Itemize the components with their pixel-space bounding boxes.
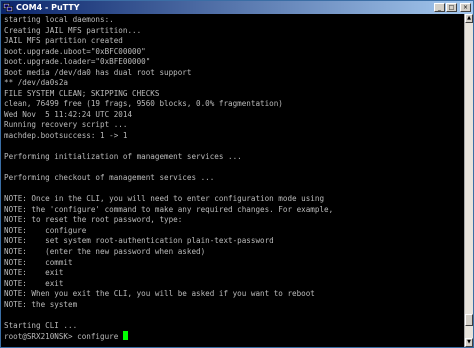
terminal-line: boot.upgrade.loader="0xBFE00000" [4, 57, 151, 67]
terminal-line: NOTE: Once in the CLI, you will need to … [4, 194, 325, 204]
terminal-line: Performing checkout of management servic… [4, 173, 215, 183]
minimize-button[interactable]: _ [434, 3, 445, 12]
terminal-line: JAIL MFS partition created [4, 36, 123, 46]
terminal-output[interactable]: starting local daemons:. Creating JAIL MF… [1, 14, 464, 347]
scroll-up-icon[interactable]: ▲ [465, 14, 473, 23]
text-cursor [122, 331, 128, 341]
terminal-line: Running recovery script ... [4, 120, 128, 130]
terminal-line: Wed Nov 5 11:42:24 UTC 2014 [4, 109, 133, 119]
putty-icon [3, 3, 13, 12]
terminal-line: Performing initialization of management … [4, 152, 242, 162]
terminal-line: starting local daemons:. [4, 15, 114, 24]
terminal-line: NOTE: the system [4, 299, 78, 309]
terminal-line: NOTE: set system root-authentication pla… [4, 236, 274, 246]
scroll-thumb[interactable] [465, 313, 473, 326]
terminal-line: NOTE: to reset the root password, type: [4, 215, 183, 225]
maximize-button[interactable]: □ [446, 3, 457, 12]
terminal-line: FILE SYSTEM CLEAN; SKIPPING CHECKS [4, 88, 160, 98]
scroll-down-icon[interactable]: ▼ [465, 338, 473, 347]
cli-prompt: root@SRX210NSK> configure [4, 332, 123, 342]
terminal-line: NOTE: (enter the new password when asked… [4, 247, 206, 257]
putty-window: COM4 - PuTTY _ □ × starting local daemon… [0, 0, 474, 348]
terminal-line: Starting CLI ... [4, 320, 78, 330]
close-button[interactable]: × [460, 3, 471, 12]
terminal-line: NOTE: exit [4, 268, 64, 278]
vertical-scrollbar[interactable]: ▲ ▼ [464, 14, 473, 347]
terminal-line: ** /dev/da0s2a [4, 78, 69, 88]
terminal-line: machdep.bootsuccess: 1 -> 1 [4, 131, 128, 141]
terminal-line: Boot media /dev/da0 has dual root suppor… [4, 67, 192, 77]
terminal-line: NOTE: When you exit the CLI, you will be… [4, 289, 315, 299]
prompt-line[interactable]: root@SRX210NSK> configure [4, 331, 464, 342]
terminal-line: Creating JAIL MFS partition... [4, 25, 142, 35]
window-title: COM4 - PuTTY [16, 3, 80, 12]
terminal-line: NOTE: the 'configure' command to make an… [4, 204, 334, 214]
terminal-line: clean, 76499 free (19 frags, 9560 blocks… [4, 99, 283, 109]
terminal-line: NOTE: exit [4, 278, 64, 288]
title-bar[interactable]: COM4 - PuTTY _ □ × [1, 1, 473, 14]
terminal-line: NOTE: commit [4, 257, 73, 267]
terminal-line: NOTE: configure [4, 225, 87, 235]
window-controls: _ □ × [434, 3, 471, 12]
terminal-line: boot.upgrade.uboot="0xBFC00000" [4, 46, 146, 56]
